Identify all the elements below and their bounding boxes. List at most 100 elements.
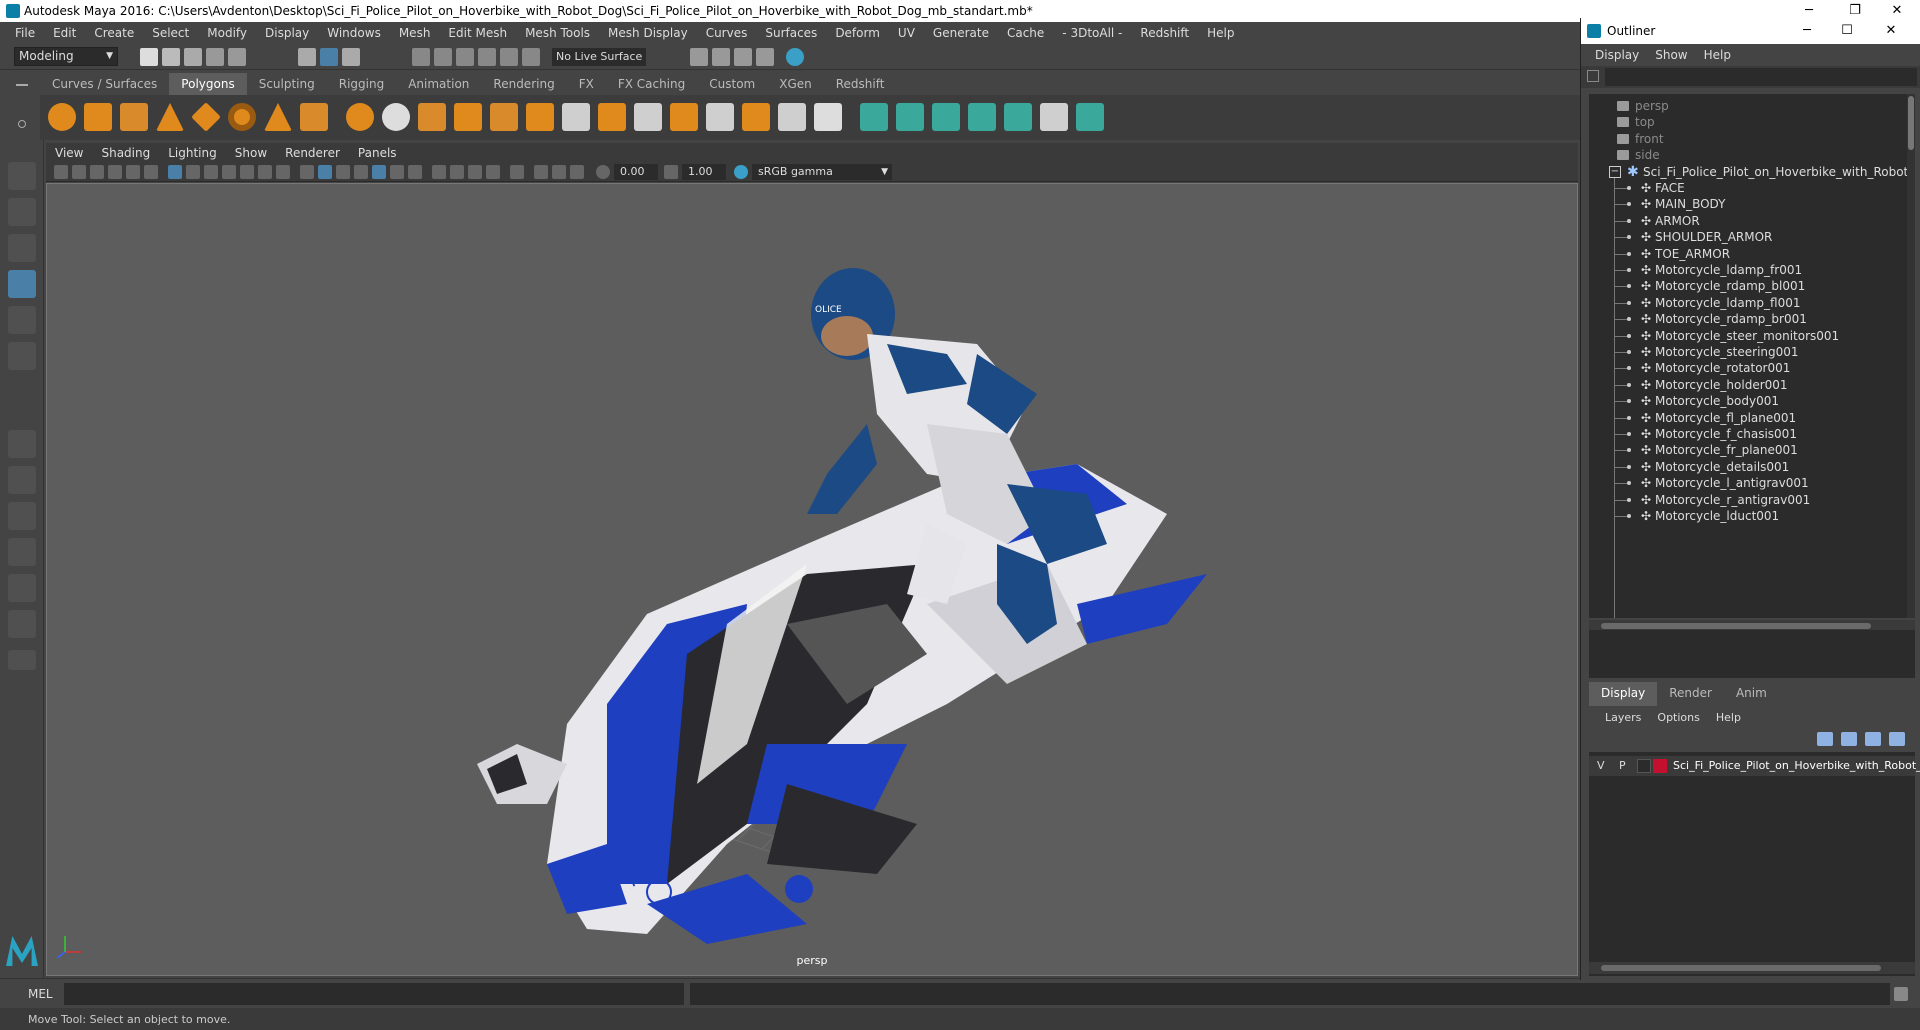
layer-name[interactable]: Sci_Fi_Police_Pilot_on_Hoverbike_with_Ro… — [1673, 756, 1920, 776]
layer-display-type-toggle[interactable] — [1637, 759, 1651, 773]
shelf-menu-icon[interactable] — [16, 84, 28, 86]
persp-graph-layout-icon[interactable] — [8, 538, 36, 566]
ipr-render-icon[interactable] — [734, 48, 752, 66]
outliner-item-motorcycle-lduct001[interactable]: ✣ Motorcycle_lduct001 — [1589, 506, 1915, 526]
outliner-menu-show[interactable]: Show — [1647, 48, 1695, 62]
poly-plane-icon[interactable] — [191, 102, 221, 132]
gamma-field[interactable]: 1.00 — [682, 164, 726, 180]
default-lighting-icon[interactable] — [336, 165, 350, 179]
multi-cut-icon[interactable] — [562, 103, 590, 131]
lasso-tool-icon[interactable] — [8, 198, 36, 226]
paint-select-tool-icon[interactable] — [8, 234, 36, 262]
filter-icon[interactable] — [1587, 70, 1599, 82]
move-layer-up-icon[interactable] — [1817, 732, 1833, 746]
outliner-close-button[interactable]: ✕ — [1871, 18, 1911, 44]
field-chart-icon[interactable] — [240, 165, 254, 179]
layer-row[interactable]: V P Sci_Fi_Police_Pilot_on_Hoverbike_wit… — [1589, 756, 1920, 776]
viewport-menu-panels[interactable]: Panels — [349, 146, 406, 160]
menu-cache[interactable]: Cache — [998, 26, 1053, 40]
menu-create[interactable]: Create — [85, 26, 143, 40]
snap-surface-icon[interactable] — [500, 48, 518, 66]
outliner-search-input[interactable] — [1605, 68, 1917, 86]
xray-joints-icon[interactable] — [552, 165, 566, 179]
four-view-layout-icon[interactable] — [8, 466, 36, 494]
redo-icon[interactable] — [228, 48, 246, 66]
open-scene-icon[interactable] — [162, 48, 180, 66]
persp-outliner-layout-icon[interactable] — [8, 574, 36, 602]
poly-sphere-icon[interactable] — [48, 103, 76, 131]
safe-title-icon[interactable] — [276, 165, 290, 179]
snap-grid-icon[interactable] — [412, 48, 430, 66]
menu-deform[interactable]: Deform — [826, 26, 889, 40]
2d-pan-zoom-icon[interactable] — [126, 165, 140, 179]
poly-torus-icon[interactable] — [228, 103, 256, 131]
scroll-thumb[interactable] — [1601, 965, 1881, 971]
snap-point-icon[interactable] — [456, 48, 474, 66]
bevel-icon[interactable] — [670, 103, 698, 131]
viewport-menu-lighting[interactable]: Lighting — [159, 146, 226, 160]
shelf-tab-custom[interactable]: Custom — [697, 73, 767, 95]
layer-tab-render[interactable]: Render — [1657, 682, 1724, 706]
planar-uv-icon[interactable] — [860, 103, 888, 131]
wireframe-icon[interactable] — [300, 165, 314, 179]
shelf-tab-rendering[interactable]: Rendering — [481, 73, 566, 95]
spherical-uv-icon[interactable] — [932, 103, 960, 131]
layer-visibility-toggle[interactable]: V — [1597, 756, 1605, 776]
side-by-side-layout-icon[interactable] — [8, 502, 36, 530]
menu-edit-mesh[interactable]: Edit Mesh — [439, 26, 516, 40]
select-by-object-icon[interactable] — [320, 48, 338, 66]
menu-display[interactable]: Display — [256, 26, 318, 40]
viewport-menu-shading[interactable]: Shading — [92, 146, 159, 160]
poly-cone-icon[interactable] — [156, 103, 184, 131]
shelf-tab-sculpting[interactable]: Sculpting — [247, 73, 327, 95]
render-view-icon[interactable] — [690, 48, 708, 66]
view-transform-dropdown[interactable]: sRGB gamma — [752, 164, 892, 180]
shelf-tab-redshift[interactable]: Redshift — [824, 73, 897, 95]
shadows-icon[interactable] — [408, 165, 422, 179]
wireframe-on-shaded-icon[interactable] — [354, 165, 368, 179]
outliner-menu-display[interactable]: Display — [1587, 48, 1647, 62]
new-scene-icon[interactable] — [140, 48, 158, 66]
combine-icon[interactable] — [346, 103, 374, 131]
smooth-shade-icon[interactable] — [318, 165, 332, 179]
textured-icon[interactable] — [372, 165, 386, 179]
resolution-gate-icon[interactable] — [204, 165, 218, 179]
layer-menu-layers[interactable]: Layers — [1597, 711, 1649, 724]
layer-playback-toggle[interactable]: P — [1619, 756, 1626, 776]
film-gate-icon[interactable] — [186, 165, 200, 179]
layer-tab-anim[interactable]: Anim — [1724, 682, 1779, 706]
color-management-icon[interactable] — [734, 165, 748, 179]
mel-label[interactable]: MEL — [28, 987, 53, 1001]
menu-redshift[interactable]: Redshift — [1131, 26, 1198, 40]
outliner-menu-help[interactable]: Help — [1696, 48, 1739, 62]
layer-menu-options[interactable]: Options — [1649, 711, 1707, 724]
shelf-tab-polygons[interactable]: Polygons — [169, 73, 247, 95]
menu-help[interactable]: Help — [1198, 26, 1243, 40]
menu-mesh[interactable]: Mesh — [390, 26, 440, 40]
unfold-uv-icon[interactable] — [1004, 103, 1032, 131]
layer-menu-help[interactable]: Help — [1708, 711, 1749, 724]
automatic-uv-icon[interactable] — [968, 103, 996, 131]
viewport-menu-view[interactable]: View — [46, 146, 92, 160]
outliner-vertical-scrollbar[interactable] — [1907, 94, 1915, 618]
extrude-icon[interactable] — [526, 103, 554, 131]
fill-hole-icon[interactable] — [742, 103, 770, 131]
outliner-minimize-button[interactable]: ─ — [1787, 18, 1827, 44]
insert-edge-loop-icon[interactable] — [634, 103, 662, 131]
live-surface-field[interactable]: No Live Surface — [552, 48, 646, 66]
poly-cylinder-icon[interactable] — [120, 103, 148, 131]
extract-icon[interactable] — [418, 103, 446, 131]
menu-3dtoall[interactable]: - 3DtoAll - — [1053, 26, 1131, 40]
isolate-select-icon[interactable] — [510, 165, 524, 179]
snap-vertex-icon[interactable] — [522, 48, 540, 66]
exposure-field[interactable]: 0.00 — [614, 164, 658, 180]
perspective-viewport[interactable]: POLICE OLICE persp — [46, 183, 1578, 976]
menu-mesh-display[interactable]: Mesh Display — [599, 26, 697, 40]
use-all-lights-icon[interactable] — [390, 165, 404, 179]
shelf-tab-animation[interactable]: Animation — [396, 73, 481, 95]
safe-action-icon[interactable] — [258, 165, 272, 179]
smooth-icon[interactable] — [454, 103, 482, 131]
shelf-tab-fx-caching[interactable]: FX Caching — [606, 73, 697, 95]
select-by-component-icon[interactable] — [342, 48, 360, 66]
boolean-icon[interactable] — [490, 103, 518, 131]
